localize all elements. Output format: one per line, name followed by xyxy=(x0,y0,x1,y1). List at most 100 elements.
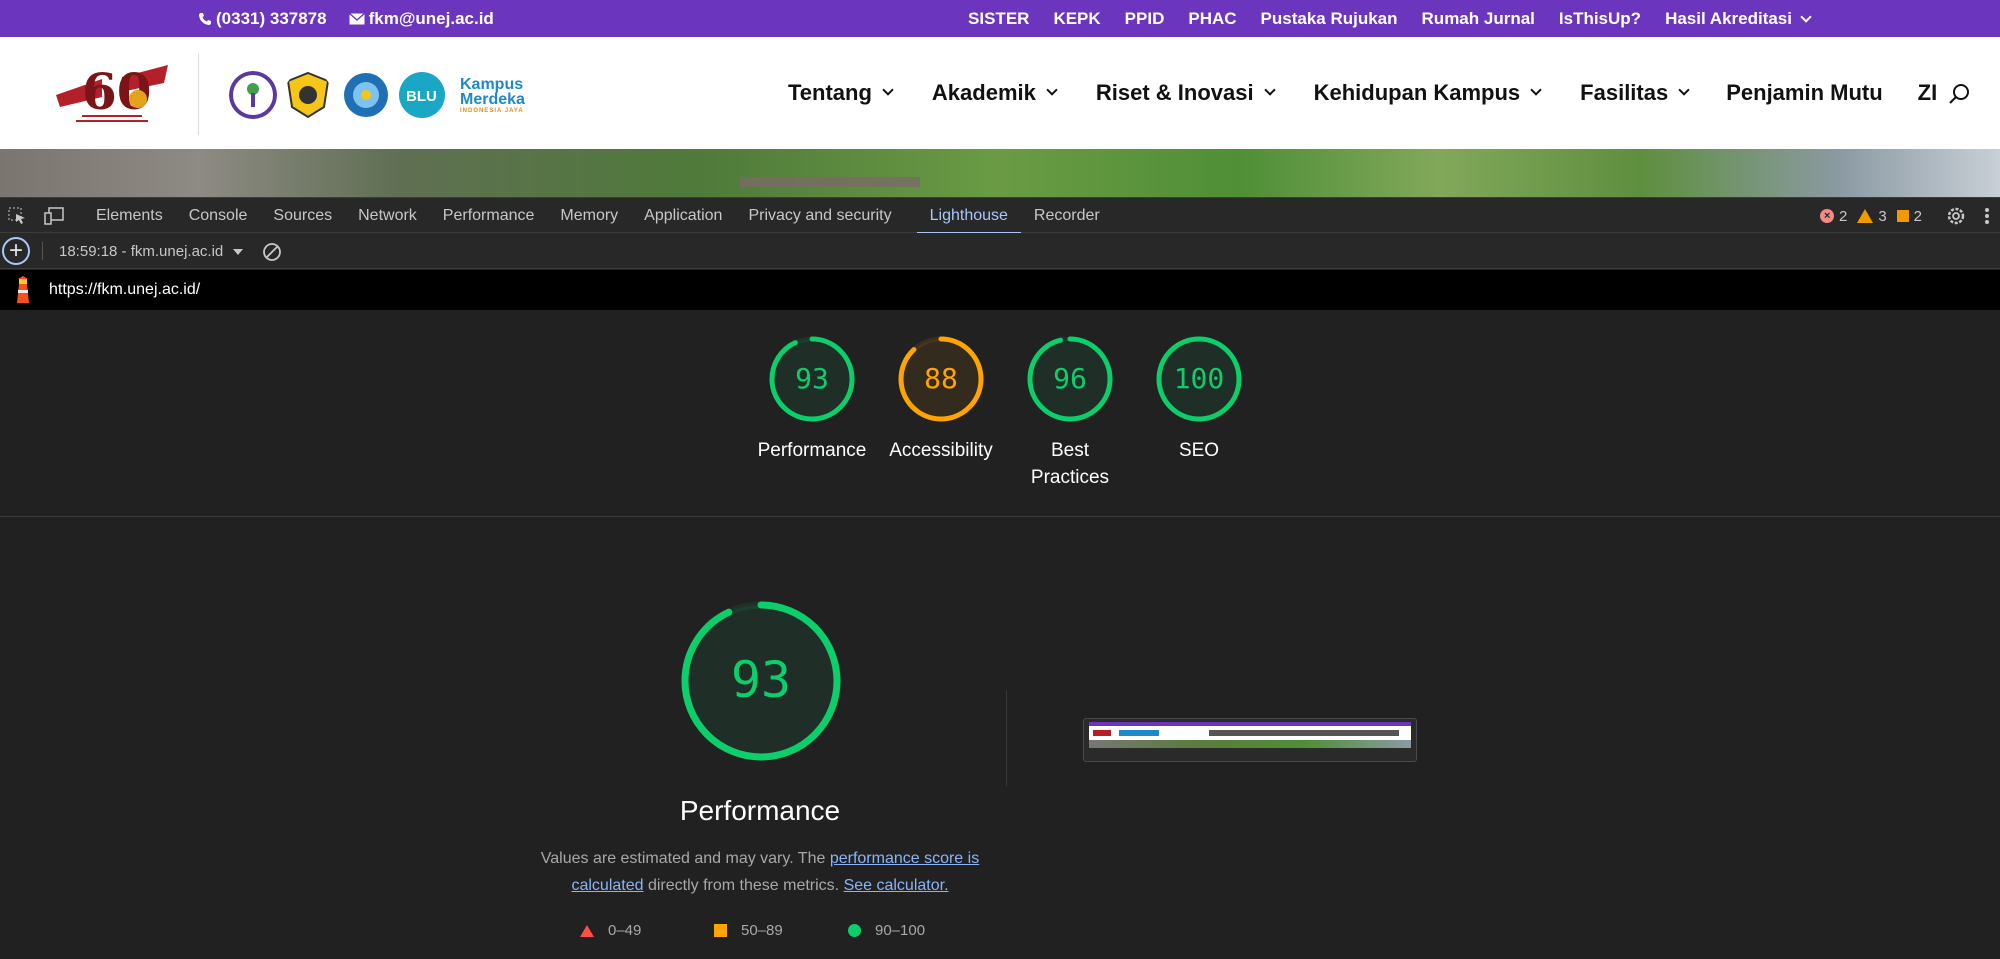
chevron-down-icon xyxy=(1530,84,1542,96)
nav-item-kehidupan-kampus[interactable]: Kehidupan Kampus xyxy=(1314,80,1542,106)
report-select-dropdown[interactable]: 18:59:18 - fkm.unej.ac.id xyxy=(59,243,244,260)
legend-range: 90–100 xyxy=(875,922,926,939)
issue-count[interactable]: 2 xyxy=(1896,208,1922,225)
see-calculator-link[interactable]: See calculator. xyxy=(844,877,949,894)
warning-count[interactable]: 3 xyxy=(1857,207,1887,225)
performance-big-gauge: 93 xyxy=(680,600,842,767)
desc-middle: directly from these metrics. xyxy=(643,877,844,894)
desc-prefix: Values are estimated and may vary. The xyxy=(540,850,830,867)
report-url[interactable]: https://fkm.unej.ac.id/ xyxy=(49,281,200,299)
performance-title: Performance xyxy=(679,795,841,826)
nav-item-fasilitas[interactable]: Fasilitas xyxy=(1580,80,1690,106)
tab-performance[interactable]: Performance xyxy=(430,198,548,234)
tab-memory[interactable]: Memory xyxy=(547,198,631,234)
gauge-label: Accessibility xyxy=(889,440,993,461)
pass-circle-icon xyxy=(848,924,861,937)
email-text: fkm@unej.ac.id xyxy=(368,9,494,28)
gauge-best-practices[interactable]: 96 Best Practices xyxy=(1005,335,1135,491)
nav-item-zi[interactable]: ZI xyxy=(1918,80,1938,106)
tab-network[interactable]: Network xyxy=(345,198,430,234)
device-toolbar-icon[interactable] xyxy=(44,207,64,225)
hero-roof xyxy=(740,177,920,187)
score-legend: 0–49 50–89 90–100 xyxy=(580,922,982,939)
gauge-ring: 88 xyxy=(898,336,984,422)
topbar-link-ppid[interactable]: PPID xyxy=(1125,9,1165,29)
tab-console[interactable]: Console xyxy=(176,198,261,234)
legend-range: 0–49 xyxy=(608,922,642,939)
gauge-label: Performance xyxy=(757,440,867,461)
gauge-seo[interactable]: 100 SEO xyxy=(1134,335,1264,464)
topbar-link-hasil-akreditasi-label: Hasil Akreditasi xyxy=(1665,9,1792,28)
dropdown-arrow-icon xyxy=(233,248,244,255)
new-report-button[interactable]: + xyxy=(2,237,30,265)
search-icon[interactable] xyxy=(1948,83,1970,105)
topbar-link-hasil-akreditasi[interactable]: Hasil Akreditasi xyxy=(1665,9,1812,29)
devtools-status: × 2 3 2 xyxy=(1819,198,2000,234)
page-screenshot-thumbnail[interactable] xyxy=(1083,718,1417,762)
gauge-ring: 100 xyxy=(1156,336,1242,422)
tab-lighthouse[interactable]: Lighthouse xyxy=(916,198,1021,234)
vertical-divider xyxy=(1006,690,1007,786)
site-header: 60 BLU Kampus Merdeka INDONESIA JAYA Ten… xyxy=(0,37,2000,149)
gauge-performance[interactable]: 93 Performance xyxy=(747,335,877,464)
tab-sources[interactable]: Sources xyxy=(260,198,345,234)
topbar-link-isthisup[interactable]: IsThisUp? xyxy=(1559,9,1641,29)
topbar-link-phac[interactable]: PHAC xyxy=(1188,9,1236,29)
more-options-icon[interactable] xyxy=(1984,206,1990,226)
topbar-link-pustaka-rujukan[interactable]: Pustaka Rujukan xyxy=(1261,9,1398,29)
legend-pass: 90–100 xyxy=(848,922,982,939)
email-link[interactable]: fkm@unej.ac.id xyxy=(348,9,494,29)
tab-privacy-security[interactable]: Privacy and security xyxy=(735,198,904,234)
envelope-icon xyxy=(348,13,365,25)
average-square-icon xyxy=(714,924,727,937)
error-count[interactable]: × 2 xyxy=(1819,208,1847,225)
settings-gear-icon[interactable] xyxy=(1946,206,1966,226)
gauge-label: SEO xyxy=(1178,440,1220,461)
devtools-tab-list: Elements Console Sources Network Perform… xyxy=(83,198,1113,234)
toolbar-separator xyxy=(42,242,43,260)
nav-item-label: Riset & Inovasi xyxy=(1095,80,1254,105)
devtools-toolbar: Elements Console Sources Network Perform… xyxy=(0,197,2000,234)
inspect-element-icon[interactable] xyxy=(8,207,28,225)
hero-image xyxy=(0,149,2000,197)
logo-divider xyxy=(198,53,199,135)
section-divider xyxy=(0,516,2000,517)
report-select-value: 18:59:18 - fkm.unej.ac.id xyxy=(59,243,224,260)
fail-triangle-icon xyxy=(580,924,594,937)
nav-item-tentang[interactable]: Tentang xyxy=(788,80,894,106)
lighthouse-logo-icon xyxy=(17,276,29,303)
chevron-down-icon xyxy=(1800,11,1812,23)
tut-wuri-handayani-logo xyxy=(344,73,388,117)
warning-count-text: 3 xyxy=(1878,207,1887,225)
gauge-ring: 96 xyxy=(1027,336,1113,422)
blu-logo: BLU xyxy=(399,72,445,118)
main-nav: Tentang Akademik Riset & Inovasi Kehidup… xyxy=(788,80,1937,106)
gauge-score: 96 xyxy=(1053,362,1087,395)
nav-item-penjamin-mutu[interactable]: Penjamin Mutu xyxy=(1726,80,1882,106)
topbar-link-rumah-jurnal[interactable]: Rumah Jurnal xyxy=(1422,9,1535,29)
thumbnail-nav xyxy=(1209,730,1399,736)
tab-elements[interactable]: Elements xyxy=(83,198,176,234)
universitas-jember-logo xyxy=(286,71,330,119)
merdeka-logo-tag: INDONESIA JAYA xyxy=(460,108,524,114)
thumbnail-header xyxy=(1089,726,1411,740)
tab-application[interactable]: Application xyxy=(631,198,735,234)
topbar-link-kepk[interactable]: KEPK xyxy=(1053,9,1100,29)
tab-recorder[interactable]: Recorder xyxy=(1021,198,1113,234)
gauge-ring: 93 xyxy=(769,336,855,422)
legend-fail: 0–49 xyxy=(580,922,714,939)
gauge-accessibility[interactable]: 88 Accessibility xyxy=(876,335,1006,464)
big-gauge-ring: 93 xyxy=(681,601,841,761)
merdeka-logo-line2: Merdeka xyxy=(460,91,525,108)
anniversary-60-logo[interactable]: 60 xyxy=(52,57,172,129)
nav-item-riset-inovasi[interactable]: Riset & Inovasi xyxy=(1095,80,1276,106)
nav-item-label: Fasilitas xyxy=(1580,80,1669,105)
error-icon: × xyxy=(1819,209,1834,223)
topbar-link-sister[interactable]: SISTER xyxy=(968,9,1029,29)
clear-reports-icon[interactable] xyxy=(262,242,282,262)
phone-link[interactable]: (0331) 337878 xyxy=(198,9,327,29)
thumbnail-logo xyxy=(1093,730,1111,736)
nav-item-akademik[interactable]: Akademik xyxy=(932,80,1058,106)
chevron-down-icon xyxy=(1263,84,1276,96)
kampus-merdeka-logo: Kampus Merdeka INDONESIA JAYA xyxy=(460,77,534,115)
